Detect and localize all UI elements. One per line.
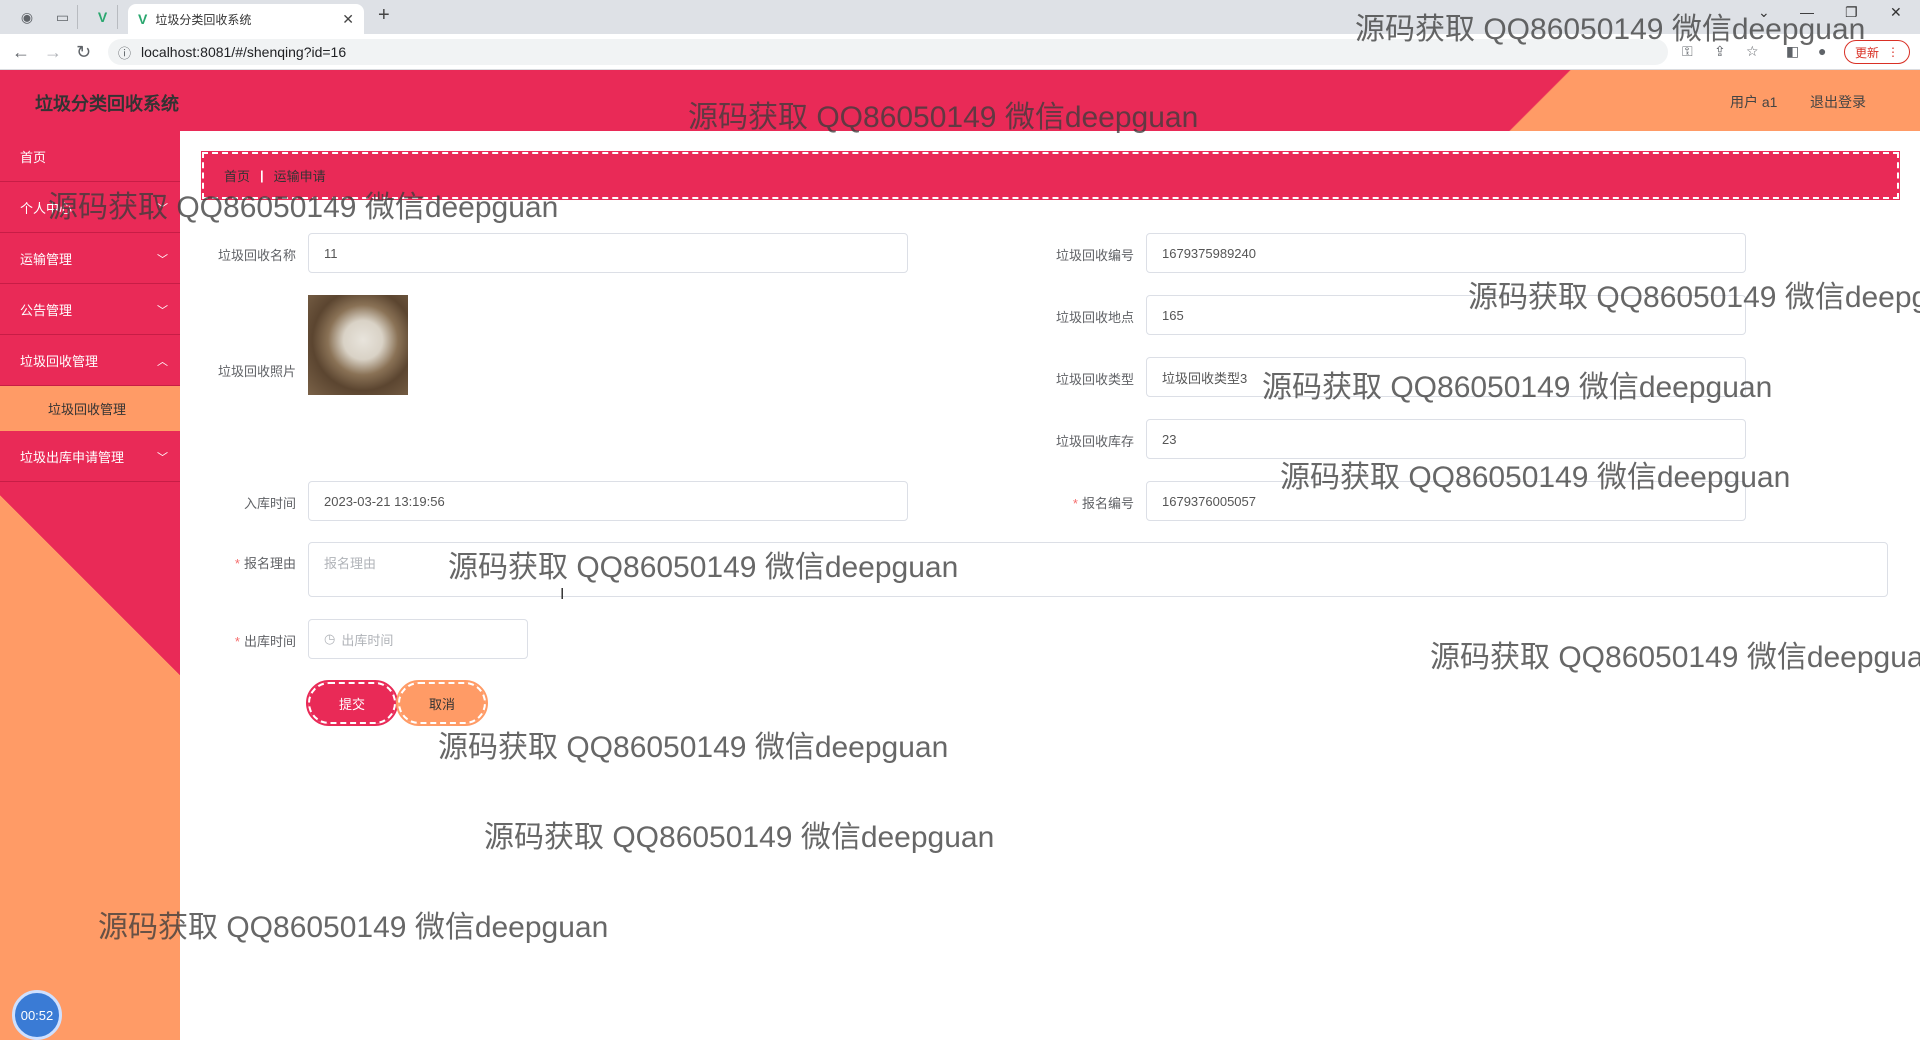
intime-label: 入库时间 [243,496,296,511]
reason-label-text: 报名理由 [243,556,296,571]
code-field[interactable]: 1679375989240 [1146,233,1746,273]
new-tab-button[interactable]: + [378,4,390,27]
chevron-down-icon: ﹀ [157,254,168,266]
stock-field[interactable]: 23 [1146,419,1746,459]
sidebar-item-label: 垃圾回收管理 [20,353,99,369]
reason-label: * 报名理由 [186,553,296,572]
sidepanel-icon[interactable]: ◧ [1786,43,1799,60]
timer-badge[interactable]: 00:52 [12,990,62,1040]
required-mark: * [234,634,240,649]
location-label: 垃圾回收地点 [1055,310,1134,325]
cancel-button[interactable]: 取消 [396,680,488,726]
browser-tab-bar: ◉ ▭ V V 垃圾分类回收系统 ✕ + ⌄ — ❐ ✕ [0,0,1920,34]
chevron-down-icon: ﹀ [157,305,168,317]
reload-icon[interactable]: ↻ [76,42,91,63]
breadcrumb: 首页 | 运输申请 [201,151,1900,200]
stock-label: 垃圾回收库存 [1055,434,1134,449]
watermark: 源码获取 QQ86050149 微信deepguan [438,731,949,764]
breadcrumb-separator: | [260,168,264,183]
sidebar-item-label: 运输管理 [20,251,73,267]
breadcrumb-current: 运输申请 [273,169,326,184]
required-mark: * [1072,496,1078,511]
text-cursor-icon: I [560,586,565,603]
name-label: 垃圾回收名称 [217,248,296,263]
logout-link[interactable]: 退出登录 [1810,92,1866,112]
sidebar-item-home[interactable]: 首页 [0,131,180,182]
sidebar-item-transport[interactable]: 运输管理 ﹀ [0,233,180,284]
sidebar-item-profile[interactable]: 个人中心 ﹀ [0,182,180,233]
watermark: 源码获取 QQ86050149 微信deepguan [1430,641,1920,674]
watermark: 源码获取 QQ86050149 微信deepguan [484,821,995,854]
app-header: 垃圾分类回收系统 用户 a1 退出登录 [0,70,1920,131]
outtime-placeholder: 出库时间 [341,632,394,648]
pinned-tab-icon[interactable]: ◉ [12,5,42,29]
chevron-down-icon[interactable]: ⌄ [1758,4,1770,21]
star-icon[interactable]: ☆ [1746,43,1759,60]
sidebar-subitem-recycling[interactable]: 垃圾回收管理 [0,386,180,431]
clock-icon: ◷ [324,631,336,646]
submit-button[interactable]: 提交 [306,680,398,726]
signup-code-field[interactable]: 1679376005057 [1146,481,1746,521]
intime-field[interactable]: 2023-03-21 13:19:56 [308,481,908,521]
app-title: 垃圾分类回收系统 [35,94,179,114]
reason-textarea[interactable]: 报名理由 [308,542,1888,597]
code-label: 垃圾回收编号 [1055,248,1134,263]
minimize-icon[interactable]: — [1800,4,1814,20]
recycle-photo [308,295,408,395]
signup-code-label-text: 报名编号 [1081,496,1134,511]
pinned-tab-icon[interactable]: ▭ [48,5,78,29]
chevron-up-icon: ︿ [157,356,168,368]
signup-code-label: * 报名编号 [1024,493,1134,512]
back-icon[interactable]: ← [12,42,30,63]
sidebar-item-recycling[interactable]: 垃圾回收管理 ︿ [0,335,180,386]
close-tab-icon[interactable]: ✕ [342,11,354,28]
vue-favicon-icon: V [138,11,148,27]
key-icon[interactable]: ⚿ [1682,43,1693,60]
photo-label: 垃圾回收照片 [217,364,296,379]
outtime-picker[interactable]: ◷ 出库时间 [308,619,528,659]
location-field[interactable]: 165 [1146,295,1746,335]
tab-title: 垃圾分类回收系统 [155,12,252,27]
close-window-icon[interactable]: ✕ [1890,4,1902,21]
active-tab[interactable]: V 垃圾分类回收系统 ✕ [128,4,364,34]
chevron-down-icon: ﹀ [157,452,168,464]
sidebar-item-label: 垃圾出库申请管理 [20,449,125,465]
outtime-label-text: 出库时间 [243,634,296,649]
address-bar-row: ← → ↻ ⓘ localhost:8081/#/shenqing?id=16 … [0,34,1920,70]
sidebar-item-label: 个人中心 [20,200,73,216]
chevron-down-icon: ﹀ [157,203,168,215]
required-mark: * [234,556,240,571]
type-field[interactable]: 垃圾回收类型3 [1146,357,1746,397]
more-icon: ⋮ [1887,45,1899,59]
forward-icon[interactable]: → [44,42,62,63]
type-label: 垃圾回收类型 [1055,372,1134,387]
outtime-label: * 出库时间 [186,631,296,650]
vue-tab-icon[interactable]: V [88,5,118,29]
share-icon[interactable]: ⇪ [1714,43,1726,60]
sidebar: 首页 个人中心 ﹀ 运输管理 ﹀ 公告管理 ﹀ 垃圾回收管理 ︿ 垃圾回收管理 … [0,131,180,1040]
info-icon[interactable]: ⓘ [118,43,131,62]
update-button[interactable]: 更新 ⋮ [1844,40,1910,64]
url-field[interactable]: ⓘ localhost:8081/#/shenqing?id=16 [108,39,1668,65]
maximize-icon[interactable]: ❐ [1845,4,1858,21]
profile-icon[interactable]: ● [1818,43,1826,59]
sidebar-item-outbound[interactable]: 垃圾出库申请管理 ﹀ [0,431,180,482]
sidebar-item-label: 公告管理 [20,302,73,318]
name-field[interactable]: 11 [308,233,908,273]
sidebar-item-label: 首页 [20,149,47,165]
sidebar-item-notices[interactable]: 公告管理 ﹀ [0,284,180,335]
current-user: 用户 a1 [1730,94,1778,110]
update-label: 更新 [1854,45,1879,60]
breadcrumb-home[interactable]: 首页 [224,166,250,185]
url-text: localhost:8081/#/shenqing?id=16 [141,44,347,60]
